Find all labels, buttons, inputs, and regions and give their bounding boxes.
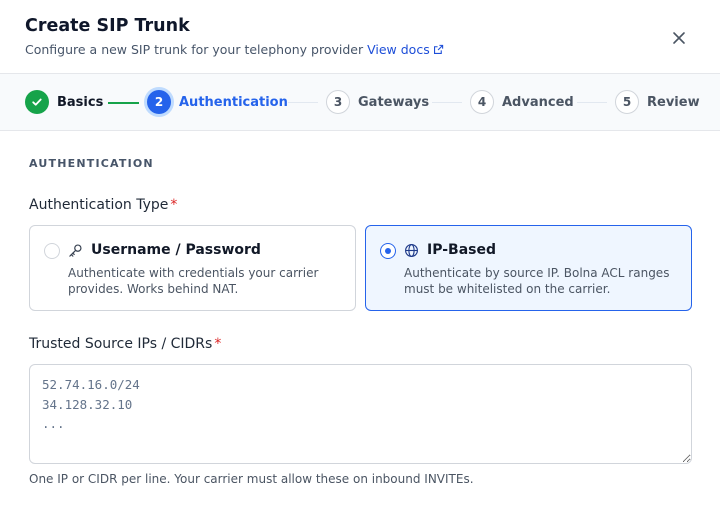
auth-type-label-text: Authentication Type bbox=[29, 197, 169, 213]
step-authentication[interactable]: 2 Authentication bbox=[147, 90, 288, 114]
trusted-ips-textarea[interactable] bbox=[29, 364, 692, 464]
step-label: Authentication bbox=[179, 94, 288, 110]
trusted-ips-helper-text: One IP or CIDR per line. Your carrier mu… bbox=[29, 472, 474, 486]
radio-button[interactable] bbox=[44, 243, 60, 259]
step-number: 2 bbox=[147, 90, 171, 114]
trusted-ips-label: Trusted Source IPs / CIDRs * bbox=[29, 336, 221, 352]
auth-option-ip-based[interactable]: IP-Based Authenticate by source IP. Boln… bbox=[365, 225, 692, 311]
option-title: Username / Password bbox=[91, 242, 261, 258]
step-label: Gateways bbox=[358, 94, 430, 110]
radio-button-selected[interactable] bbox=[380, 243, 396, 259]
trusted-ips-label-text: Trusted Source IPs / CIDRs bbox=[29, 336, 213, 352]
required-marker: * bbox=[170, 197, 178, 213]
section-heading: AUTHENTICATION bbox=[29, 157, 154, 170]
required-marker: * bbox=[214, 336, 222, 352]
auth-type-label: Authentication Type * bbox=[29, 197, 177, 213]
wizard-stepper: Basics 2 Authentication 3 Gateways 4 Adv… bbox=[0, 74, 720, 131]
step-advanced[interactable]: 4 Advanced bbox=[470, 90, 574, 114]
step-number: 5 bbox=[615, 90, 639, 114]
dialog-subtitle: Configure a new SIP trunk for your telep… bbox=[25, 42, 444, 57]
dialog-header: Create SIP Trunk Configure a new SIP tru… bbox=[0, 0, 720, 74]
view-docs-link[interactable]: View docs bbox=[367, 42, 444, 57]
step-complete-indicator bbox=[25, 90, 49, 114]
step-connector bbox=[577, 102, 607, 103]
close-button[interactable] bbox=[668, 27, 690, 49]
step-connector bbox=[432, 102, 462, 103]
step-gateways[interactable]: 3 Gateways bbox=[326, 90, 429, 114]
step-review[interactable]: 5 Review bbox=[615, 90, 700, 114]
step-number: 3 bbox=[326, 90, 350, 114]
step-connector bbox=[108, 102, 139, 104]
step-number: 4 bbox=[470, 90, 494, 114]
close-icon bbox=[673, 32, 685, 44]
option-description: Authenticate with credentials your carri… bbox=[68, 266, 319, 296]
step-connector bbox=[288, 102, 318, 103]
create-sip-trunk-dialog: Create SIP Trunk Configure a new SIP tru… bbox=[0, 0, 720, 510]
option-description: Authenticate by source IP. Bolna ACL ran… bbox=[404, 266, 670, 296]
view-docs-label: View docs bbox=[367, 42, 430, 57]
dialog-title: Create SIP Trunk bbox=[25, 16, 190, 36]
step-basics[interactable]: Basics bbox=[25, 90, 103, 114]
step-label: Basics bbox=[57, 94, 104, 110]
key-icon bbox=[69, 244, 82, 257]
external-link-icon bbox=[433, 44, 443, 54]
auth-option-username-password[interactable]: Username / Password Authenticate with cr… bbox=[29, 225, 356, 311]
step-label: Review bbox=[647, 94, 700, 110]
option-title: IP-Based bbox=[427, 242, 497, 258]
globe-icon bbox=[405, 244, 418, 257]
step-label: Advanced bbox=[502, 94, 574, 110]
subtitle-text: Configure a new SIP trunk for your telep… bbox=[25, 42, 364, 57]
checkmark-icon bbox=[32, 98, 42, 106]
